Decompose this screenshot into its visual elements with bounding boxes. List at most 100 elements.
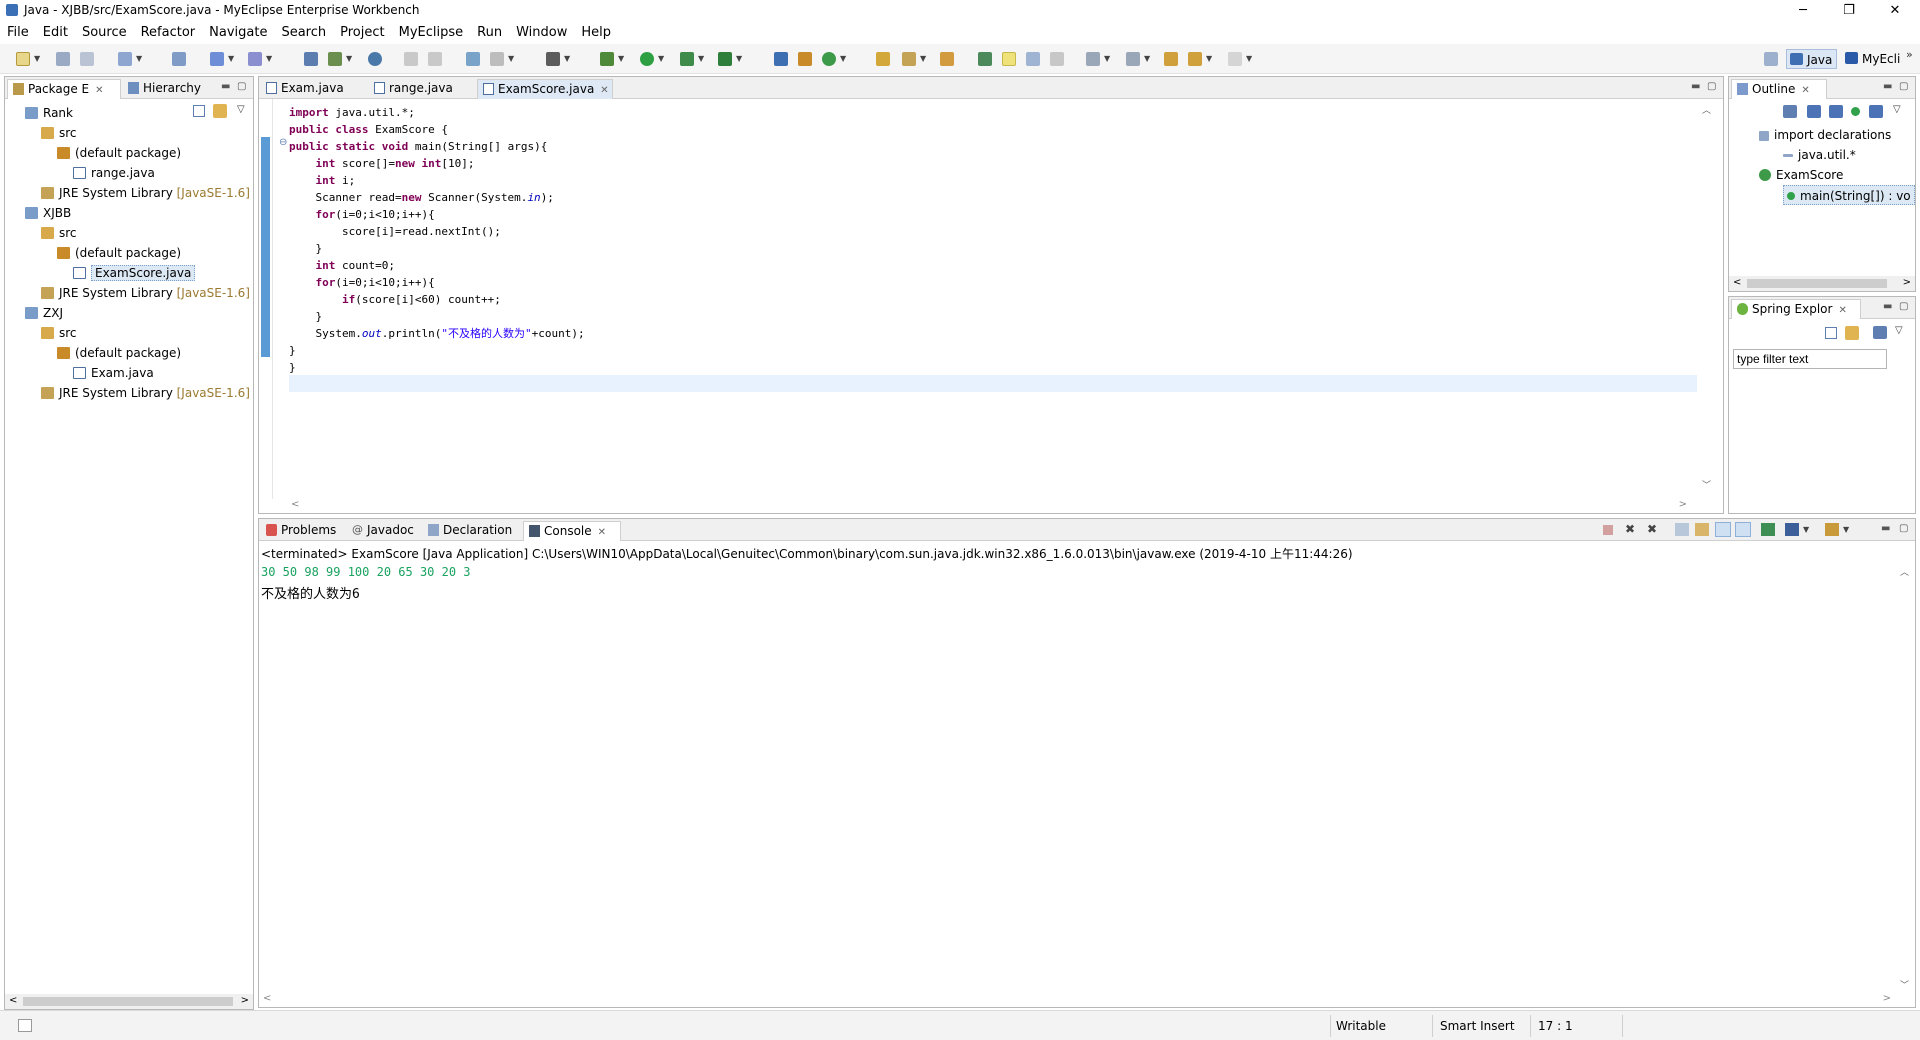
maximize-view-icon[interactable]: ▢ [237, 81, 246, 92]
tree-item[interactable]: src [41, 223, 77, 243]
display-console-dropdown-icon[interactable]: ▼ [1803, 525, 1809, 534]
hide-static-icon[interactable] [1829, 105, 1843, 118]
more-perspectives-icon[interactable]: » [1906, 48, 1913, 61]
menu-run[interactable]: Run [470, 22, 509, 43]
server-dropdown-icon[interactable]: ▼ [136, 54, 142, 63]
spring-filter-input[interactable] [1733, 349, 1887, 369]
editor-hscrollbar[interactable]: < > [289, 498, 1689, 513]
tab-javadoc[interactable]: @ Javadoc [347, 521, 421, 541]
editor-vscrollbar[interactable]: ︿ ﹀ [1697, 99, 1717, 495]
scroll-down-icon[interactable]: ﹀ [1900, 978, 1909, 991]
web-icon[interactable] [466, 52, 480, 66]
new-dropdown-icon[interactable]: ▼ [34, 54, 40, 63]
scroll-left-icon[interactable]: < [1733, 277, 1741, 288]
deploy-icon[interactable] [210, 52, 224, 66]
server-icon[interactable] [118, 52, 132, 66]
show-console-on-error-icon[interactable] [1735, 522, 1751, 537]
menu-refactor[interactable]: Refactor [134, 22, 203, 43]
search-icon[interactable] [902, 52, 916, 66]
maximize-view-icon[interactable]: ▢ [1899, 81, 1908, 92]
new-class-icon[interactable] [822, 52, 836, 66]
view-menu-icon[interactable]: ▽ [1895, 325, 1903, 336]
fast-view-icon[interactable] [18, 1019, 32, 1032]
tree-item[interactable]: ZXJ [25, 303, 63, 323]
prev-annotation-dropdown-icon[interactable]: ▼ [1144, 54, 1150, 63]
menu-search[interactable]: Search [274, 22, 333, 43]
coverage-icon[interactable] [680, 52, 694, 66]
maximize-button[interactable]: ❐ [1826, 0, 1872, 22]
sort-icon[interactable] [1873, 326, 1887, 339]
scroll-left-icon[interactable]: < [9, 995, 17, 1006]
fold-toggle-icon[interactable]: ⊖ [279, 137, 287, 148]
link-with-editor-icon[interactable] [1845, 326, 1859, 340]
open-type-icon[interactable] [876, 52, 890, 66]
prev-annotation-icon[interactable] [1126, 52, 1140, 66]
annotation-icon[interactable] [978, 52, 992, 66]
perspective-myeclipse[interactable]: MyEcli [1842, 49, 1904, 69]
db-icon[interactable] [172, 52, 186, 66]
next-annotation-dropdown-icon[interactable]: ▼ [1104, 54, 1110, 63]
tree-item[interactable]: src [41, 123, 77, 143]
perspective-java[interactable]: Java [1786, 49, 1838, 69]
minimize-button[interactable]: ─ [1780, 0, 1826, 22]
tree-item[interactable]: JRE System Library [JavaSE-1.6] [41, 183, 250, 203]
view-menu-icon[interactable]: ▽ [237, 104, 245, 115]
package-explorer-hscrollbar[interactable]: < > [5, 994, 253, 1009]
terminal-dropdown-icon[interactable]: ▼ [564, 54, 570, 63]
outline-item-imports[interactable]: import declarations [1759, 125, 1891, 145]
maximize-editor-icon[interactable]: ▢ [1707, 81, 1716, 92]
forward-dropdown-icon[interactable]: ▼ [1246, 54, 1252, 63]
close-tab-icon[interactable]: ✕ [1838, 305, 1846, 316]
menu-source[interactable]: Source [75, 22, 134, 43]
terminal-icon[interactable] [546, 52, 560, 66]
next-annotation-icon[interactable] [1086, 52, 1100, 66]
run-dropdown-icon[interactable]: ▼ [658, 54, 664, 63]
new-class-dropdown-icon[interactable]: ▼ [840, 54, 846, 63]
menu-project[interactable]: Project [333, 22, 391, 43]
tree-item[interactable]: Rank [25, 103, 73, 123]
close-tab-icon[interactable]: ✕ [95, 85, 103, 96]
globe-icon[interactable] [368, 52, 382, 66]
external-tools-dropdown-icon[interactable]: ▼ [736, 54, 742, 63]
tab-exam-java[interactable]: Exam.java [261, 79, 367, 99]
menu-window[interactable]: Window [509, 22, 574, 43]
sort-icon[interactable] [1783, 105, 1797, 118]
outline-item-import-java-util[interactable]: java.util.* [1783, 145, 1856, 165]
clear-console-icon[interactable] [1675, 523, 1689, 536]
tab-examscore-java[interactable]: ExamScore.java ✕ [477, 79, 613, 99]
scroll-right-icon[interactable]: > [1679, 499, 1687, 510]
deploy-dropdown-icon[interactable]: ▼ [228, 54, 234, 63]
debug-dropdown-icon[interactable]: ▼ [618, 54, 624, 63]
display-console-icon[interactable] [1785, 523, 1799, 536]
open-perspective-icon[interactable] [1764, 52, 1778, 66]
tree-item[interactable]: JRE System Library [JavaSE-1.6] [41, 383, 250, 403]
tab-console[interactable]: Console ✕ [523, 521, 621, 541]
coverage-dropdown-icon[interactable]: ▼ [698, 54, 704, 63]
view-menu-icon[interactable]: ▽ [1893, 104, 1901, 115]
run-server-icon[interactable] [328, 52, 342, 66]
minimize-view-icon[interactable]: ▬ [221, 81, 230, 92]
outline-item-main[interactable]: main(String[]) : vo [1783, 185, 1915, 205]
scroll-up-icon[interactable]: ︿ [1900, 565, 1909, 578]
close-tab-icon[interactable]: ✕ [1801, 85, 1809, 96]
run-icon[interactable] [640, 52, 654, 66]
maximize-view-icon[interactable]: ▢ [1899, 301, 1908, 312]
menu-edit[interactable]: Edit [36, 22, 75, 43]
tree-item[interactable]: (default package) [57, 143, 181, 163]
outline-hscrollbar[interactable]: < > [1729, 276, 1915, 291]
remove-launch-icon[interactable]: ✖ [1625, 522, 1635, 536]
close-button[interactable]: ✕ [1872, 0, 1918, 22]
remove-all-launches-icon[interactable]: ✖ [1647, 522, 1657, 536]
tab-spring-explorer[interactable]: Spring Explor ✕ [1731, 299, 1861, 319]
back-icon[interactable] [1188, 52, 1202, 66]
minimize-view-icon[interactable]: ▬ [1881, 523, 1890, 534]
tab-problems[interactable]: Problems [261, 521, 345, 541]
open-console-dropdown-icon[interactable]: ▼ [1843, 525, 1849, 534]
tree-item[interactable]: (default package) [57, 243, 181, 263]
search-dropdown-icon[interactable]: ▼ [920, 54, 926, 63]
external-tools-icon[interactable] [718, 52, 732, 66]
link-with-editor-icon[interactable] [213, 104, 227, 118]
show-console-on-output-icon[interactable] [1715, 522, 1731, 537]
menu-navigate[interactable]: Navigate [202, 22, 274, 43]
forward-icon[interactable] [1228, 52, 1242, 66]
